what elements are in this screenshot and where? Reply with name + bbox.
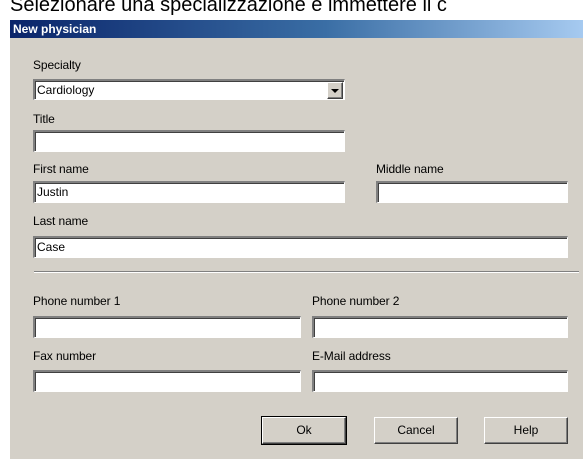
title-input[interactable]	[33, 130, 345, 152]
section-divider	[34, 271, 579, 273]
chevron-down-icon	[331, 89, 339, 93]
ok-button[interactable]: Ok	[261, 416, 347, 445]
specialty-dropdown-button[interactable]	[327, 82, 343, 99]
specialty-value: Cardiology	[37, 83, 95, 97]
first-name-label: First name	[33, 162, 89, 176]
dialog-title-bar[interactable]: New physician	[10, 20, 583, 38]
dialog-title: New physician	[13, 22, 97, 36]
last-name-input[interactable]: Case	[33, 236, 568, 258]
phone2-input[interactable]	[312, 316, 568, 338]
email-label: E-Mail address	[312, 349, 391, 363]
last-name-label: Last name	[33, 214, 89, 228]
phone2-label: Phone number 2	[312, 294, 400, 308]
cancel-button[interactable]: Cancel	[374, 417, 458, 444]
background-caption: Selezionare una specializzazione e immet…	[10, 0, 447, 16]
fax-input[interactable]	[33, 370, 301, 392]
first-name-input[interactable]: Justin	[33, 181, 345, 203]
specialty-label: Specialty	[33, 58, 81, 72]
email-input[interactable]	[312, 370, 568, 392]
middle-name-label: Middle name	[376, 162, 444, 176]
specialty-select[interactable]: Cardiology	[33, 79, 345, 100]
phone1-input[interactable]	[33, 316, 301, 338]
phone1-label: Phone number 1	[33, 294, 121, 308]
fax-label: Fax number	[33, 349, 97, 363]
title-label: Title	[33, 112, 55, 126]
new-physician-dialog: New physician Specialty Cardiology Title…	[10, 20, 583, 459]
middle-name-input[interactable]	[376, 181, 568, 203]
help-button[interactable]: Help	[484, 417, 568, 444]
